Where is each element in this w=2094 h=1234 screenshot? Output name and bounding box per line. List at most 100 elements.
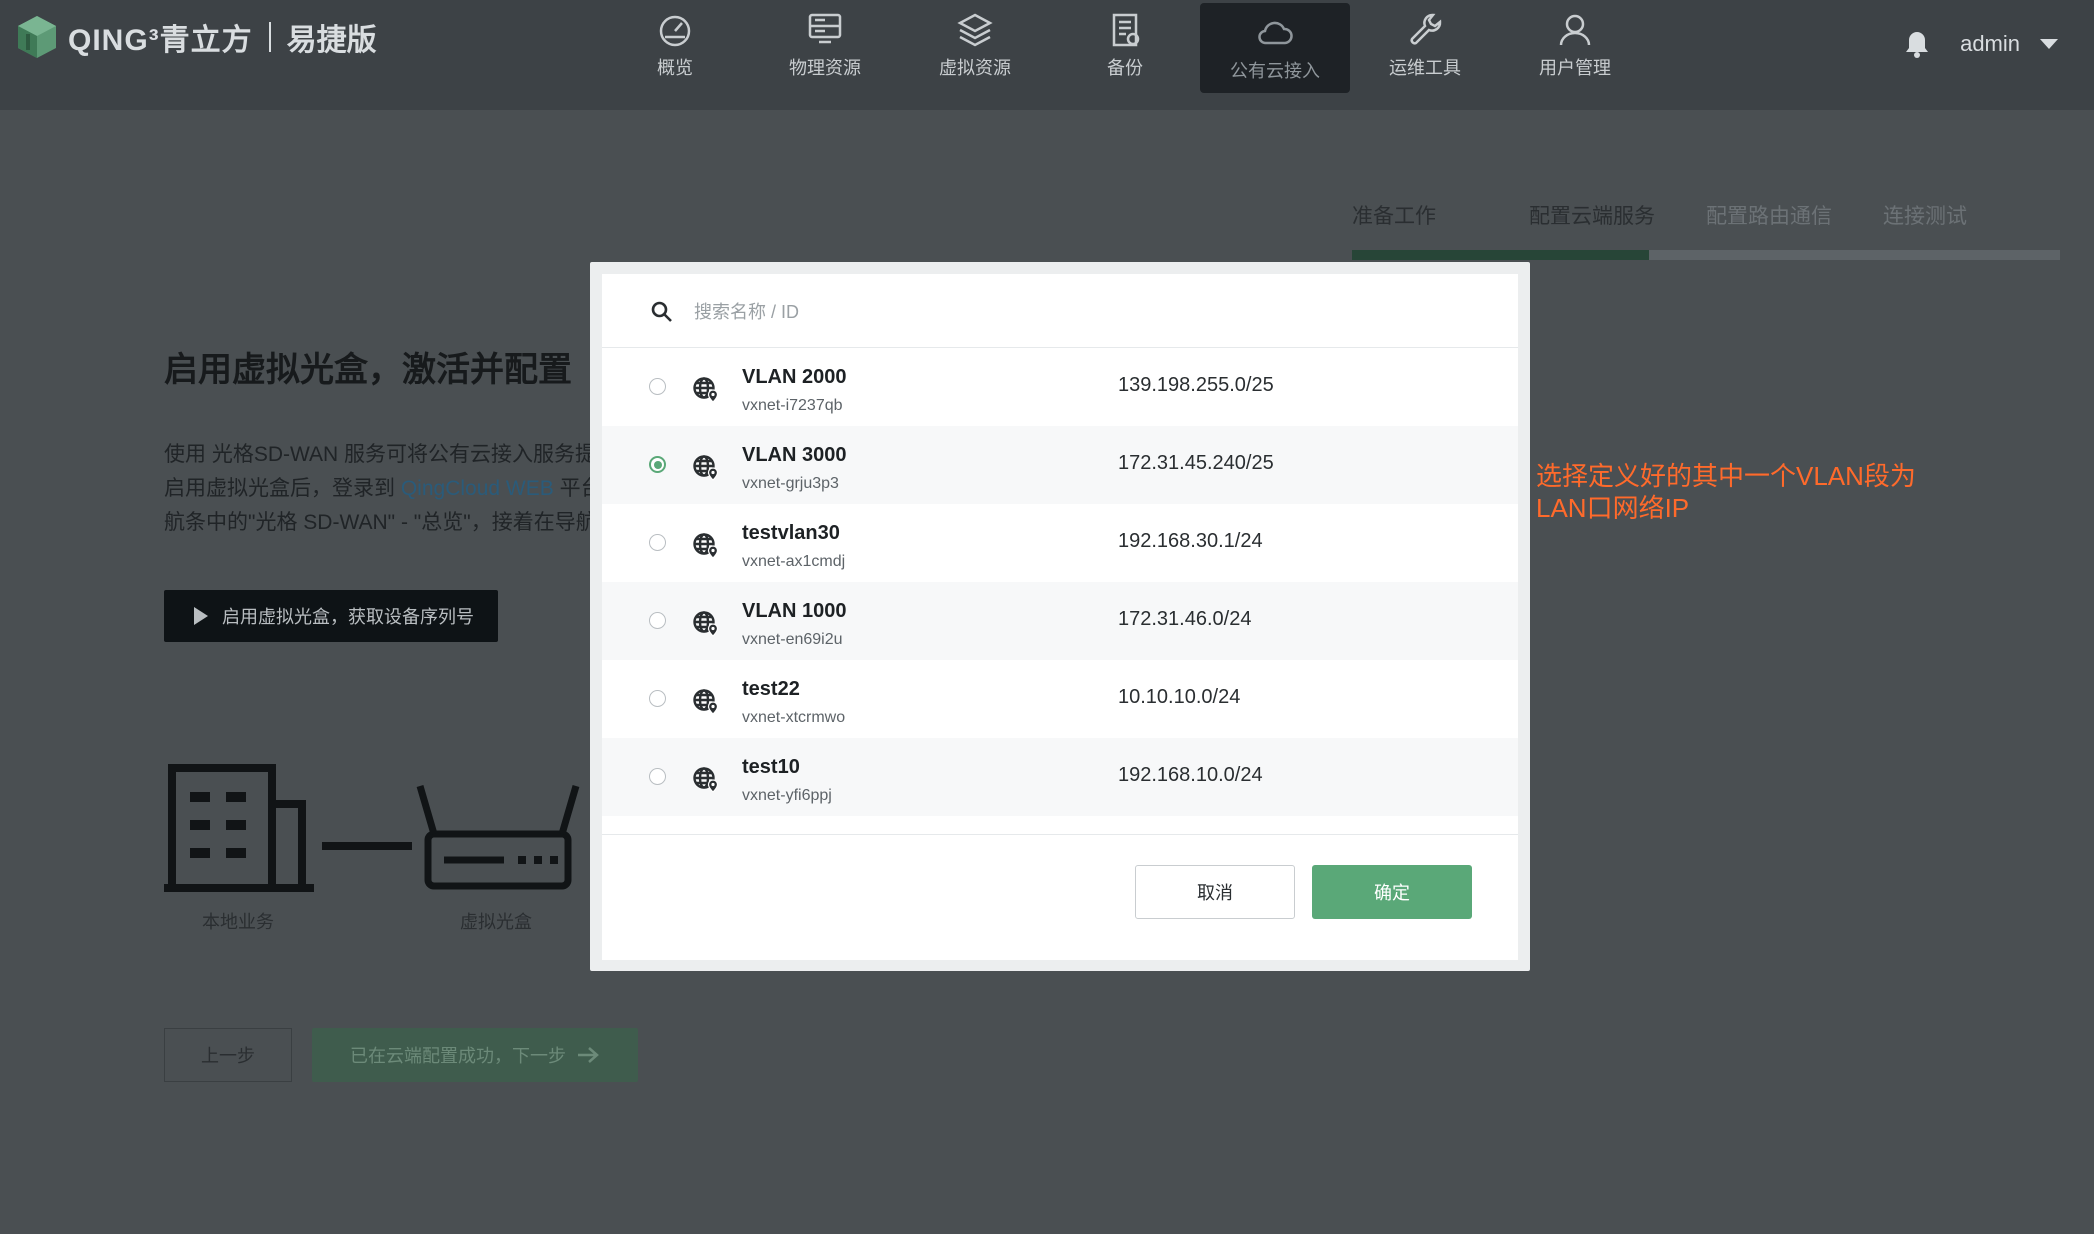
nav-item-public-cloud[interactable]: 公有云接入 xyxy=(1200,3,1350,93)
nav-item-ops-tools[interactable]: 运维工具 xyxy=(1350,0,1500,90)
progress-track xyxy=(1352,250,2060,260)
description-line: 航条中的"光格 SD-WAN" - "总览"，接着在导航 xyxy=(164,511,590,534)
vxnet-radio[interactable] xyxy=(649,534,666,551)
vxnet-id: vxnet-xtcrmwo xyxy=(742,709,846,726)
user-menu[interactable]: admin xyxy=(1960,31,2058,57)
illus-label-box: 虚拟光盒 xyxy=(460,912,532,932)
nav-label: 公有云接入 xyxy=(1230,61,1320,81)
brand-separator xyxy=(268,22,271,52)
step-prepare[interactable]: 准备工作 xyxy=(1352,200,1529,230)
page-description: 使用 光格SD-WAN 服务可将公有云接入服务提 启用虚拟光盒后，登录到 Qin… xyxy=(164,438,590,540)
nav-label: 备份 xyxy=(1107,58,1143,78)
backup-icon xyxy=(1112,13,1140,47)
next-step-label: 已在云端配置成功，下一步 xyxy=(350,1046,566,1066)
user-area: admin xyxy=(1904,30,2058,58)
nav-item-physical-resources[interactable]: 物理资源 xyxy=(750,0,900,90)
search-input[interactable] xyxy=(692,292,1396,332)
vxnet-row[interactable]: VLAN 2000 vxnet-i7237qb 139.198.255.0/25 xyxy=(602,348,1518,426)
vxnet-row[interactable]: VLAN 3000 vxnet-grju3p3 172.31.45.240/25 xyxy=(602,426,1518,504)
vxnet-name: test22 xyxy=(742,678,800,700)
bell-icon[interactable] xyxy=(1904,30,1930,58)
vxnet-list: VLAN 2000 vxnet-i7237qb 139.198.255.0/25… xyxy=(602,348,1518,820)
annotation-line: 选择定义好的其中一个VLAN段为 xyxy=(1536,461,1916,491)
network-globe-icon xyxy=(693,767,719,793)
description-line: 使用 光格SD-WAN 服务可将公有云接入服务提 xyxy=(164,443,590,466)
confirm-button[interactable]: 确定 xyxy=(1312,865,1472,919)
main-nav: 概览 物理资源 虚拟资源 备份 公有云接入 运维工具 用户管理 xyxy=(600,0,1650,94)
cancel-button[interactable]: 取消 xyxy=(1135,865,1295,919)
vxnet-cidr: 139.198.255.0/25 xyxy=(1118,374,1274,396)
vxnet-cidr: 172.31.45.240/25 xyxy=(1118,452,1274,474)
server-icon xyxy=(808,13,842,44)
vxnet-radio-selected[interactable] xyxy=(649,456,666,473)
vxnet-radio[interactable] xyxy=(649,768,666,785)
next-step-button[interactable]: 已在云端配置成功，下一步 xyxy=(312,1028,638,1082)
search-icon xyxy=(651,301,672,322)
prev-step-button[interactable]: 上一步 xyxy=(164,1028,292,1082)
search-bar xyxy=(602,274,1518,348)
topology-illustration xyxy=(164,764,580,892)
vxnet-id: vxnet-yfi6ppj xyxy=(742,787,832,804)
wrench-icon xyxy=(1410,13,1442,45)
step-connection-test[interactable]: 连接测试 xyxy=(1883,200,2060,230)
vxnet-id: vxnet-en69i2u xyxy=(742,631,843,648)
brand-name: QING³青立方 xyxy=(68,24,253,57)
network-globe-icon xyxy=(693,377,719,403)
network-globe-icon xyxy=(693,533,719,559)
description-text: 启用虚拟光盒后，登录到 xyxy=(164,477,401,500)
vxnet-name: VLAN 1000 xyxy=(742,600,847,622)
play-icon xyxy=(194,607,208,625)
progress-fill xyxy=(1352,250,1650,260)
illus-label-local: 本地业务 xyxy=(202,912,274,932)
brand-edition: 易捷版 xyxy=(286,24,377,57)
nav-label: 概览 xyxy=(657,58,693,78)
nav-item-backup[interactable]: 备份 xyxy=(1050,0,1200,90)
vxnet-id: vxnet-grju3p3 xyxy=(742,475,839,492)
vxnet-name: VLAN 3000 xyxy=(742,444,847,466)
enable-button-label: 启用虚拟光盒，获取设备序列号 xyxy=(222,607,474,627)
vxnet-id: vxnet-i7237qb xyxy=(742,397,843,414)
nav-label: 物理资源 xyxy=(789,58,861,78)
username: admin xyxy=(1960,31,2020,56)
chevron-down-icon xyxy=(2040,39,2058,49)
nav-item-user-management[interactable]: 用户管理 xyxy=(1500,0,1650,90)
logo[interactable]: QING³青立方 易捷版 xyxy=(16,12,377,62)
step-progress: 准备工作 配置云端服务 配置路由通信 连接测试 xyxy=(1352,200,2060,260)
nav-label: 运维工具 xyxy=(1389,58,1461,78)
enable-virtual-box-button[interactable]: 启用虚拟光盒，获取设备序列号 xyxy=(164,590,498,642)
router-icon xyxy=(416,785,580,890)
vxnet-radio[interactable] xyxy=(649,690,666,707)
annotation-line: LAN口网络IP xyxy=(1536,493,1690,523)
page-title: 启用虚拟光盒，激活并配置 xyxy=(164,351,572,389)
vxnet-cidr: 192.168.30.1/24 xyxy=(1118,530,1263,552)
nav-label: 用户管理 xyxy=(1539,58,1611,78)
vxnet-row[interactable]: VLAN 1000 vxnet-en69i2u 172.31.46.0/24 xyxy=(602,582,1518,660)
qingcloud-web-link[interactable]: QingCloud WEB xyxy=(401,477,554,500)
step-configure-cloud[interactable]: 配置云端服务 xyxy=(1529,200,1706,230)
nav-item-overview[interactable]: 概览 xyxy=(600,0,750,90)
top-nav: QING³青立方 易捷版 概览 物理资源 虚拟资源 备份 公有云接入 运维工具 … xyxy=(0,0,2094,110)
nav-label: 虚拟资源 xyxy=(939,58,1011,78)
network-globe-icon xyxy=(693,455,719,481)
network-globe-icon xyxy=(693,611,719,637)
description-text: 平台 xyxy=(559,477,590,500)
vxnet-name: testvlan30 xyxy=(742,522,840,544)
vxnet-radio[interactable] xyxy=(649,612,666,629)
vxnet-cidr: 10.10.10.0/24 xyxy=(1118,686,1241,708)
vxnet-radio[interactable] xyxy=(649,378,666,395)
vxnet-cidr: 172.31.46.0/24 xyxy=(1118,608,1252,630)
description-line: 启用虚拟光盒后，登录到 QingCloud WEB 平台 xyxy=(164,472,590,506)
network-globe-icon xyxy=(693,689,719,715)
vxnet-row[interactable]: test22 vxnet-xtcrmwo 10.10.10.0/24 xyxy=(602,660,1518,738)
vxnet-row[interactable]: testvlan30 vxnet-ax1cmdj 192.168.30.1/24 xyxy=(602,504,1518,582)
step-configure-routing[interactable]: 配置路由通信 xyxy=(1706,200,1883,230)
vxnet-cidr: 192.168.10.0/24 xyxy=(1118,764,1263,786)
dashboard-icon xyxy=(659,15,691,47)
modal-panel: VLAN 2000 vxnet-i7237qb 139.198.255.0/25… xyxy=(602,274,1518,960)
vxnet-row[interactable]: test10 vxnet-yfi6ppj 192.168.10.0/24 xyxy=(602,738,1518,816)
vxnet-select-modal: VLAN 2000 vxnet-i7237qb 139.198.255.0/25… xyxy=(590,262,1530,971)
layers-icon xyxy=(957,13,993,47)
nav-item-virtual-resources[interactable]: 虚拟资源 xyxy=(900,0,1050,90)
vxnet-name: test10 xyxy=(742,756,800,778)
annotation-note: 选择定义好的其中一个VLAN段为 LAN口网络IP xyxy=(1536,460,1916,524)
